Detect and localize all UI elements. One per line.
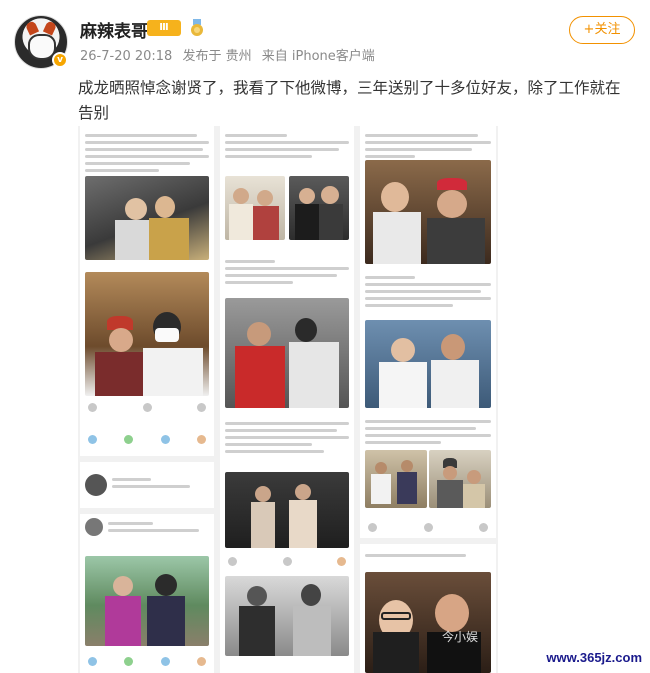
level-badge-text: Ⅲ xyxy=(159,22,169,33)
column-1-text-block xyxy=(85,130,209,176)
post-location: 发布于 贵州 xyxy=(182,49,252,64)
photo-jackie-bw-handshake xyxy=(225,576,349,656)
screenshot-column-2 xyxy=(220,126,354,673)
level-crown-icon[interactable]: Ⅲ xyxy=(147,20,181,36)
photo-jackie-and-friend-street xyxy=(85,176,209,260)
post-image-collage[interactable]: 今小娱 xyxy=(78,126,498,673)
repost-icon[interactable] xyxy=(88,402,97,412)
photo-jackie-with-elder-in-red-cap xyxy=(85,272,209,396)
photo-jackie-with-man-in-red xyxy=(225,298,349,408)
watermark-tag: 今小娱 xyxy=(441,630,478,644)
like-icon[interactable] xyxy=(197,402,206,412)
username[interactable]: 麻辣表哥 xyxy=(80,17,148,42)
photo-jackie-with-man-red-cap xyxy=(365,160,491,264)
site-watermark: www.365jz.com xyxy=(546,650,642,665)
verified-v-icon: v xyxy=(52,52,68,68)
post-meta: 26-7-20 20:18 发布于 贵州 来自 iPhone客户端 xyxy=(80,45,381,64)
column-1-emoji-row xyxy=(88,434,206,444)
photo-jackie-with-man-embrace xyxy=(365,320,491,408)
photo-jackie-with-woman-glasses xyxy=(365,572,491,673)
post-date: 26-7-20 20:18 xyxy=(80,49,173,64)
post-text: 成龙晒照悼念谢贤了，我看了下他微博，三年送别了十多位好友，除了工作就在告别 xyxy=(78,79,621,122)
comment-icon[interactable] xyxy=(142,402,152,412)
post-header: v 麻辣表哥 Ⅲ 26-7-20 20:18 发布于 贵州 来自 iPhone客… xyxy=(0,0,650,70)
post-source[interactable]: 来自 iPhone客户端 xyxy=(262,49,375,64)
medal-icon[interactable] xyxy=(189,19,205,37)
photo-jackie-dancing-vintage xyxy=(225,472,349,548)
photo-jackie-with-woman-dark xyxy=(289,176,349,240)
follow-button[interactable]: +关注 xyxy=(569,16,635,44)
screenshot-column-3 xyxy=(360,126,496,673)
small-avatar-1 xyxy=(85,474,107,496)
photo-jackie-jumping xyxy=(365,450,427,508)
photo-jackie-with-elder-sitting xyxy=(429,450,491,508)
photo-jackie-with-elder-woman xyxy=(225,176,285,240)
column-1-action-row xyxy=(88,402,206,412)
small-avatar-2 xyxy=(85,518,103,536)
photo-jackie-with-woman-outdoors xyxy=(85,556,209,646)
screenshot-column-1 xyxy=(80,126,214,673)
